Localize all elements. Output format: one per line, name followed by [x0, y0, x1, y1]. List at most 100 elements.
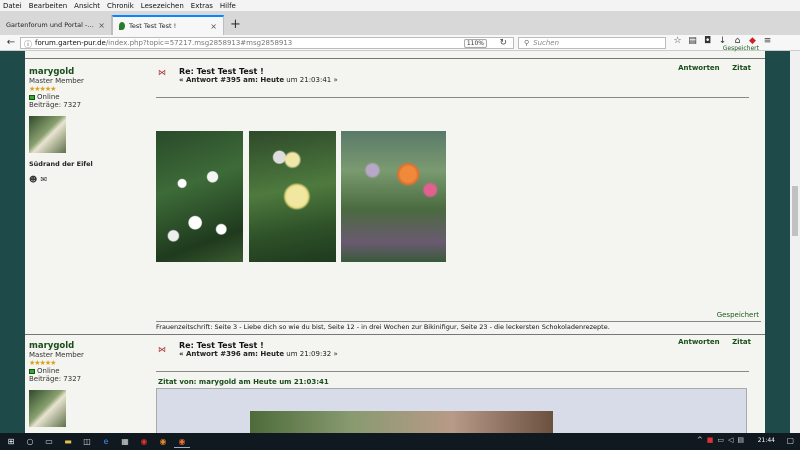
reply-button[interactable]: Antworten — [678, 64, 720, 72]
online-label: Online — [37, 93, 60, 101]
network-icon[interactable]: ▭ — [717, 436, 724, 444]
profile-icon[interactable]: ☻ — [29, 175, 37, 184]
clock[interactable]: 21:44 — [758, 437, 775, 444]
divider — [156, 97, 749, 98]
photo-geum[interactable] — [341, 131, 446, 262]
new-tab-icon[interactable]: + — [230, 17, 241, 32]
forum-post: marygold Master Member ★★★★★ Online Beit… — [25, 58, 765, 334]
edge-icon[interactable]: e — [98, 436, 114, 448]
author-rank: Master Member — [29, 77, 84, 85]
url-path: /index.php?topic=57217.msg2858913#msg285… — [105, 39, 293, 47]
post-day: Heute — [260, 350, 285, 358]
volume-icon[interactable]: ◁ — [728, 436, 733, 444]
message-icon[interactable]: ✉ — [40, 175, 47, 184]
search-icon: ⚲ — [524, 39, 530, 47]
menu-bearbeiten[interactable]: Bearbeiten — [29, 2, 67, 10]
windows-start-icon[interactable]: ⊞ — [3, 436, 19, 448]
forum-content: Gespeichert marygold Master Member ★★★★★… — [25, 45, 765, 441]
quote-button[interactable]: Zitat — [732, 64, 751, 72]
tab-label: Gartenforum und Portal - von ... — [6, 21, 94, 29]
author-panel: marygold Master Member ★★★★★ Online Beit… — [29, 67, 93, 184]
online-label: Online — [37, 367, 60, 375]
calculator-icon[interactable]: ▦ — [117, 436, 133, 448]
online-status: Online — [29, 93, 93, 101]
saved-label-top: Gespeichert — [722, 45, 759, 52]
post-meta: « Antwort #395 am: Heute um 21:03:41 » — [179, 76, 338, 84]
search-input[interactable]: ⚲ Suchen — [518, 37, 666, 49]
butterfly-icon: ⋈ — [158, 345, 166, 354]
photo-anemones[interactable] — [156, 131, 243, 262]
butterfly-icon: ⋈ — [158, 68, 166, 77]
quote-header[interactable]: Zitat von: marygold am Heute um 21:03:41 — [158, 378, 329, 386]
divider — [156, 371, 749, 372]
post-day: Heute — [260, 76, 285, 84]
online-icon — [29, 368, 35, 374]
post-actions: Antworten Zitat — [668, 64, 751, 72]
explorer-icon[interactable]: ▬ — [60, 436, 76, 448]
reload-icon[interactable]: ↻ — [499, 38, 507, 48]
avatar[interactable] — [29, 116, 66, 153]
post-title[interactable]: Re: Test Test Test ! — [179, 67, 264, 76]
tab-test[interactable]: Test Test Test ! × — [112, 15, 224, 35]
back-icon[interactable]: ← — [3, 37, 19, 48]
close-icon[interactable]: × — [210, 22, 217, 31]
task-view-icon[interactable]: ▭ — [41, 436, 57, 448]
menu-hilfe[interactable]: Hilfe — [220, 2, 236, 10]
rank-stars: ★★★★★ — [29, 359, 56, 367]
online-status: Online — [29, 367, 84, 375]
scrollbar[interactable] — [790, 51, 800, 433]
menu-icon[interactable]: ≡ — [760, 36, 775, 46]
tab-gartenforum[interactable]: Gartenforum und Portal - von ... × — [0, 15, 112, 35]
avatar[interactable] — [29, 390, 66, 427]
saved-label: Gespeichert — [716, 311, 759, 319]
author-location: Südrand der Eifel — [29, 160, 93, 168]
nav-bar: ← ⓘ forum.garten-pur.de/index.php?topic=… — [0, 35, 800, 51]
menu-extras[interactable]: Extras — [191, 2, 213, 10]
info-icon[interactable]: ⓘ — [24, 39, 32, 50]
post-number: « Antwort #396 am: — [179, 350, 261, 358]
url-domain: forum.garten-pur.de — [35, 39, 106, 47]
forum-post: marygold Master Member ★★★★★ Online Beit… — [25, 334, 765, 441]
system-tray: ^ ■ ▭ ◁ ▤ — [697, 436, 744, 444]
post-title[interactable]: Re: Test Test Test ! — [179, 341, 264, 350]
app-orange-icon[interactable]: ◉ — [155, 436, 171, 448]
post-time: um 21:09:32 » — [284, 350, 338, 358]
firefox-icon[interactable]: ◉ — [174, 436, 190, 448]
menu-bar: Datei Bearbeiten Ansicht Chronik Lesezei… — [0, 0, 800, 11]
reply-button[interactable]: Antworten — [678, 338, 720, 346]
post-meta: « Antwort #396 am: Heute um 21:09:32 » — [179, 350, 338, 358]
post-number: « Antwort #395 am: — [179, 76, 261, 84]
close-icon[interactable]: × — [98, 21, 105, 30]
photo-peony[interactable] — [249, 131, 336, 262]
post-count: Beiträge: 7327 — [29, 375, 82, 383]
rank-stars: ★★★★★ — [29, 85, 56, 93]
library-icon[interactable]: ▤ — [685, 36, 700, 46]
chevron-up-icon[interactable]: ^ — [697, 436, 703, 444]
signature: Frauenzeitschrift: Seite 3 - Liebe dich … — [156, 323, 610, 331]
menu-lesezeichen[interactable]: Lesezeichen — [141, 2, 184, 10]
author-name[interactable]: marygold — [29, 341, 84, 351]
menu-chronik[interactable]: Chronik — [107, 2, 134, 10]
tab-label: Test Test Test ! — [129, 22, 177, 30]
author-name[interactable]: marygold — [29, 67, 93, 77]
store-icon[interactable]: ◫ — [79, 436, 95, 448]
menu-ansicht[interactable]: Ansicht — [74, 2, 100, 10]
taskbar: ⊞ ○ ▭ ▬ ◫ e ▦ ◉ ◉ ◉ ^ ■ ▭ ◁ ▤ 21:44 ▢ — [0, 433, 800, 450]
post-actions: Antworten Zitat — [668, 338, 751, 346]
pocket-icon[interactable]: ◘ — [700, 36, 715, 46]
quote-button[interactable]: Zitat — [732, 338, 751, 346]
tab-bar: Gartenforum und Portal - von ... × Test … — [0, 11, 800, 35]
cortana-icon[interactable]: ○ — [22, 436, 38, 448]
post-count: Beiträge: 7327 — [29, 101, 82, 109]
menu-datei[interactable]: Datei — [3, 2, 22, 10]
security-icon[interactable]: ■ — [707, 436, 714, 444]
zoom-indicator[interactable]: 110% — [463, 39, 487, 48]
notification-icon[interactable]: ▢ — [786, 436, 794, 445]
page-background: Gespeichert marygold Master Member ★★★★★… — [0, 45, 800, 441]
scrollbar-thumb[interactable] — [792, 186, 798, 236]
keyboard-icon[interactable]: ▤ — [737, 436, 744, 444]
bookmark-star-icon[interactable]: ☆ — [670, 36, 685, 46]
divider — [156, 321, 761, 322]
url-bar[interactable]: ⓘ forum.garten-pur.de/index.php?topic=57… — [20, 37, 514, 49]
app-red-icon[interactable]: ◉ — [136, 436, 152, 448]
